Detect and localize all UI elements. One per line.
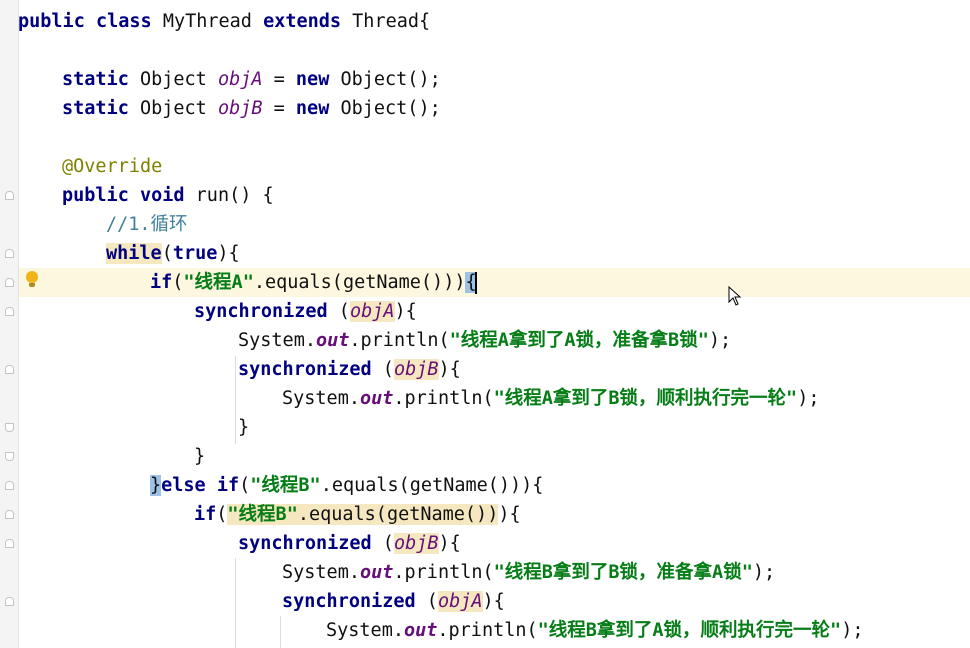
code-line-else-if: }else if("线程B".equals(getName())){ (150, 475, 544, 496)
code-line-sync-objb: synchronized (objB){ (238, 359, 461, 380)
code-line-field-obja: static Object objA = new Object(); (62, 69, 441, 90)
code-line-class-declaration: public class MyThread extends Thread{ (18, 11, 431, 32)
indent-guide (235, 558, 236, 648)
code-line-annotation: @Override (62, 156, 163, 177)
fold-marker-icon[interactable] (5, 597, 14, 606)
fold-marker-icon[interactable] (5, 510, 14, 519)
mouse-pointer-icon (728, 286, 742, 306)
fold-marker-icon[interactable] (5, 423, 14, 432)
fold-marker-icon[interactable] (5, 249, 14, 258)
code-line-close-brace: } (238, 417, 250, 438)
code-line-run-method: public void run() { (62, 185, 274, 206)
code-line-field-objb: static Object objB = new Object(); (62, 98, 441, 119)
fold-marker-icon[interactable] (5, 278, 14, 287)
fold-marker-icon[interactable] (5, 452, 14, 461)
code-line-println: System.out.println("线程B拿到了A锁，顺利执行完一轮"); (326, 620, 864, 641)
code-line-println: System.out.println("线程A拿到了A锁，准备拿B锁"); (238, 330, 732, 351)
fold-marker-icon[interactable] (5, 481, 14, 490)
intention-bulb-icon[interactable] (26, 271, 38, 287)
fold-marker-icon[interactable] (5, 191, 14, 200)
text-caret (474, 272, 477, 294)
code-line-while: while(true){ (106, 243, 240, 264)
indent-guide (280, 616, 281, 648)
fold-marker-icon[interactable] (5, 307, 14, 316)
code-line-sync-obja: synchronized (objA){ (194, 301, 417, 322)
code-line-sync-objb: synchronized (objB){ (238, 533, 461, 554)
code-line-println: System.out.println("线程A拿到了B锁，顺利执行完一轮"); (282, 388, 820, 409)
code-line-println: System.out.println("线程B拿到了B锁，准备拿A锁"); (282, 562, 776, 583)
indent-guide (235, 356, 236, 444)
editor-gutter[interactable] (0, 0, 19, 648)
fold-marker-icon[interactable] (5, 365, 14, 374)
code-line-comment: //1.循环 (106, 214, 188, 235)
code-line-close-brace: } (194, 446, 206, 467)
code-line-if-thread-a: if("线程A".equals(getName())){ (150, 272, 477, 294)
code-line-sync-obja: synchronized (objA){ (282, 591, 505, 612)
fold-marker-icon[interactable] (5, 539, 14, 548)
code-line-if-thread-b: if("线程B".equals(getName())){ (194, 504, 521, 525)
